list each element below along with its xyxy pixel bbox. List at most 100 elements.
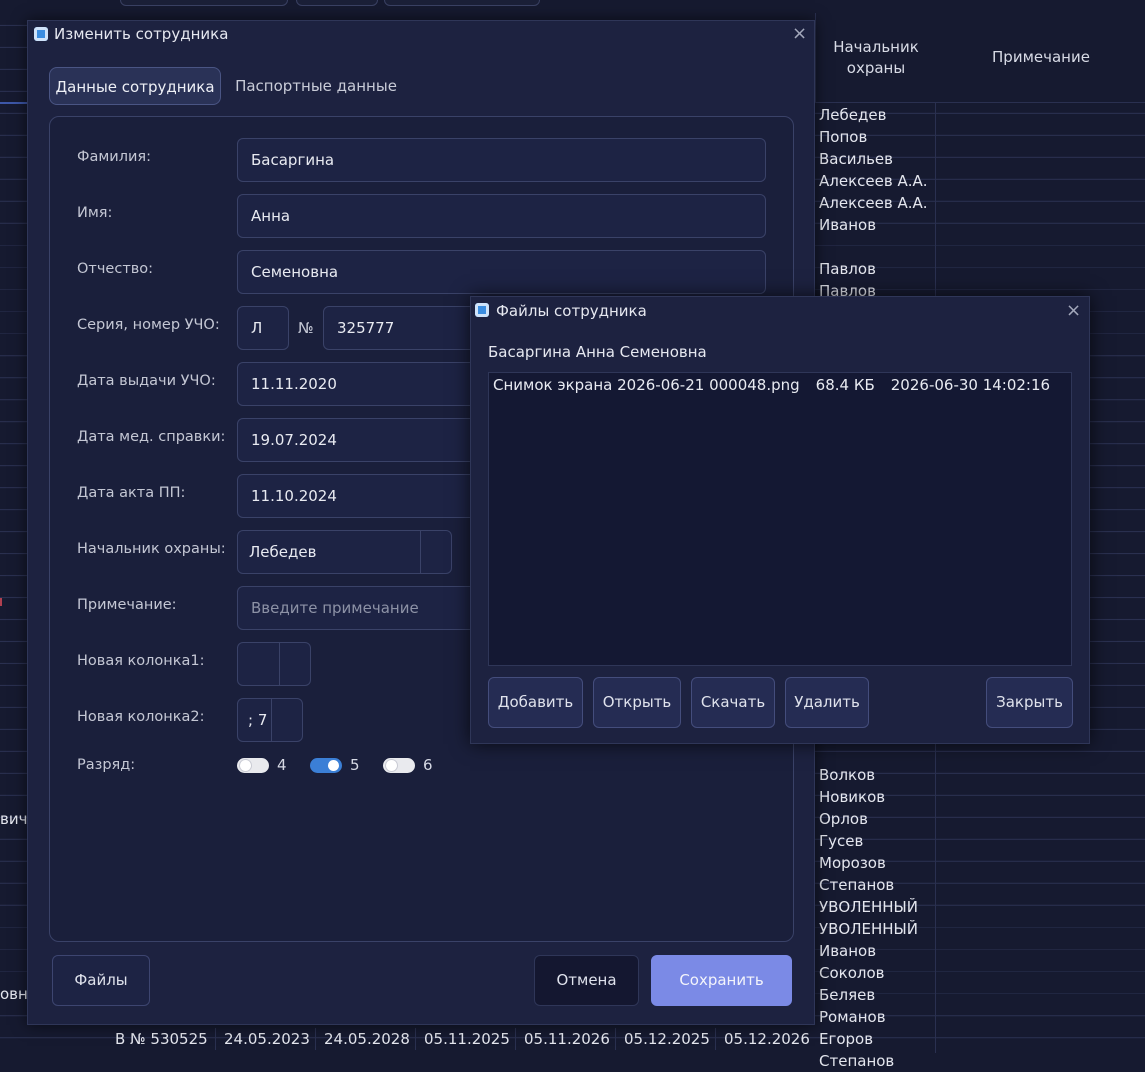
med-date-label: Дата мед. справки: (77, 429, 226, 445)
tab-employee-data[interactable]: Данные сотрудника (49, 67, 221, 105)
last-name-label: Фамилия: (77, 149, 152, 165)
table-cell: 24.05.2028 (315, 1028, 415, 1050)
toggle-knob (240, 759, 251, 771)
dialog-titlebar[interactable]: Изменить сотрудника × (28, 21, 814, 49)
table-cell: Алексеев А.А. (819, 172, 928, 190)
dropdown-button[interactable] (271, 699, 302, 741)
pp-date-label: Дата акта ПП: (77, 485, 186, 501)
app-icon (475, 303, 489, 317)
table-cell: 24.05.2023 (215, 1028, 315, 1050)
table-cell (819, 742, 939, 764)
open-file-button[interactable]: Открыть (593, 677, 681, 728)
table-cell: Волков (819, 766, 876, 784)
table-cell: В № 530525 (115, 1030, 208, 1048)
table-cell: Степанов (819, 1052, 895, 1070)
grade-option-label: 6 (423, 756, 433, 774)
table-cell: Беляев (819, 986, 876, 1004)
file-size: 68.4 КБ (815, 376, 875, 394)
patronymic-input[interactable]: Семеновна (237, 250, 766, 294)
background-toolbar-button[interactable] (120, 0, 288, 6)
toggle-knob (328, 759, 339, 771)
grade-option-label: 5 (350, 756, 360, 774)
note-label: Примечание: (77, 597, 177, 613)
table-cell: Алексеев А.А. (819, 194, 928, 212)
security-head-label: Начальник охраны: (77, 541, 226, 557)
background-selection-line (0, 102, 27, 104)
file-date: 2026-06-30 14:02:16 (890, 376, 1051, 394)
tab-passport-data[interactable]: Паспортные данные (231, 67, 401, 105)
list-item[interactable]: Снимок экрана 2026-06-21 000048.png 68.4 … (493, 376, 1066, 394)
security-head-select[interactable]: Лебедев (237, 530, 452, 574)
new-column2-label: Новая колонка2: (77, 709, 205, 725)
add-file-button[interactable]: Добавить (488, 677, 583, 728)
first-name-label: Имя: (77, 205, 113, 221)
table-cell: Степанов (819, 876, 895, 894)
table-cell: 05.11.2025 (415, 1028, 515, 1050)
close-button[interactable]: Закрыть (986, 677, 1073, 728)
background-toolbar (0, 0, 1145, 6)
delete-file-button[interactable]: Удалить (785, 677, 869, 728)
background-toolbar-button[interactable] (296, 0, 378, 6)
background-cell-fragment: вич (0, 810, 28, 828)
employee-name: Басаргина Анна Семеновна (488, 343, 707, 361)
dialog-titlebar[interactable]: Файлы сотрудника × (471, 297, 1089, 325)
close-icon[interactable]: × (792, 25, 807, 43)
new-column1-select[interactable] (237, 642, 311, 686)
toggle-switch[interactable] (237, 757, 269, 773)
header-note[interactable]: Примечание (936, 13, 1145, 102)
new-column2-select[interactable]: ; 7 (237, 698, 303, 742)
dropdown-button[interactable] (279, 643, 310, 685)
grade-option-label: 4 (277, 756, 287, 774)
files-list: Снимок экрана 2026-06-21 000048.png 68.4 … (488, 372, 1072, 666)
save-button[interactable]: Сохранить (651, 955, 792, 1006)
dialog-title: Файлы сотрудника (496, 302, 647, 320)
close-icon[interactable]: × (1066, 302, 1081, 320)
grade-label: Разряд: (77, 757, 136, 773)
patronymic-label: Отчество: (77, 261, 154, 277)
table-cell: 05.12.2025 (615, 1028, 715, 1050)
number-sign: № (298, 319, 314, 337)
ucho-series-input[interactable]: Л (237, 306, 289, 350)
table-cell: Попов (819, 128, 868, 146)
ucho-date-label: Дата выдачи УЧО: (77, 373, 216, 389)
dialog-title: Изменить сотрудника (54, 25, 229, 43)
first-name-input[interactable]: Анна (237, 194, 766, 238)
grade-option-6[interactable]: 6 (383, 755, 433, 775)
table-cell: Егоров (819, 1030, 874, 1048)
table-cell: Новиков (819, 788, 886, 806)
table-cell: Гусев (819, 832, 864, 850)
table-cell: Орлов (819, 810, 868, 828)
ucho-label: Серия, номер УЧО: (77, 317, 220, 333)
table-cell: Иванов (819, 942, 877, 960)
table-cell: УВОЛЕННЫЙ (819, 898, 919, 916)
new-column1-label: Новая колонка1: (77, 653, 205, 669)
table-cell: Иванов (819, 216, 877, 234)
last-name-input[interactable]: Басаргина (237, 138, 766, 182)
dropdown-button[interactable] (420, 531, 451, 573)
security-head-value: Лебедев (249, 543, 317, 561)
grade-option-5[interactable]: 5 (310, 755, 360, 775)
table-cell: Романов (819, 1008, 886, 1026)
table-cell: Павлов (819, 260, 876, 278)
header-security-head[interactable]: Начальник охраны (816, 13, 936, 102)
table-header: Начальник охраны Примечание (815, 13, 1145, 103)
toggle-switch[interactable] (310, 757, 342, 773)
table-cell: Лебедев (819, 106, 887, 124)
download-file-button[interactable]: Скачать (691, 677, 775, 728)
table-cell: Васильев (819, 150, 893, 168)
app-icon (34, 27, 48, 41)
files-button[interactable]: Файлы (52, 955, 150, 1006)
grade-option-4[interactable]: 4 (237, 755, 287, 775)
toggle-switch[interactable] (383, 757, 415, 773)
table-cell: Соколов (819, 964, 885, 982)
table-row[interactable]: В № 530525 24.05.2023 24.05.2028 05.11.2… (105, 1028, 815, 1050)
table-cell: 05.12.2026 (715, 1028, 815, 1050)
new-column2-value: ; 7 (248, 711, 268, 729)
employee-files-dialog: Файлы сотрудника × Басаргина Анна Семено… (470, 296, 1090, 744)
file-name: Снимок экрана 2026-06-21 000048.png (493, 376, 800, 394)
cancel-button[interactable]: Отмена (534, 955, 639, 1006)
table-cell: 05.11.2026 (515, 1028, 615, 1050)
table-cell: УВОЛЕННЫЙ (819, 920, 919, 938)
table-cell (819, 236, 939, 258)
background-toolbar-button[interactable] (384, 0, 540, 6)
